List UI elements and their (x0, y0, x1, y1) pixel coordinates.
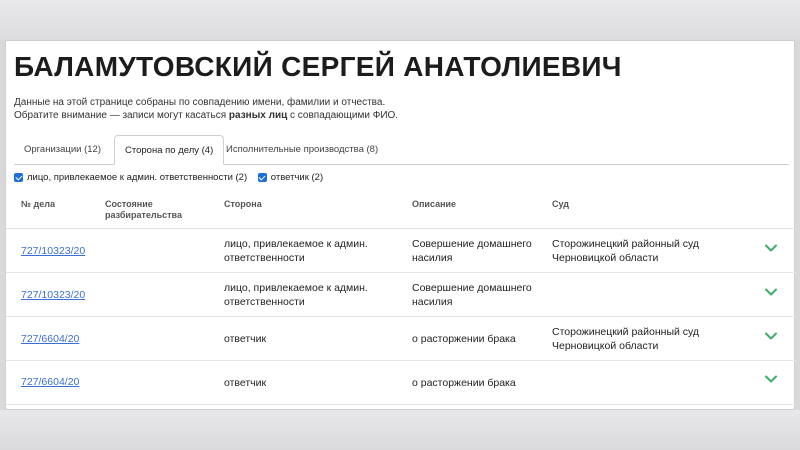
chevron-down-icon[interactable] (764, 241, 778, 255)
column-party: Сторона (224, 199, 262, 209)
page-title: БАЛАМУТОВСКИЙ СЕРГЕЙ АНАТОЛИЕВИЧ (14, 51, 622, 82)
filter-admin-liability[interactable]: лицо, привлекаемое к админ. ответственно… (14, 172, 247, 183)
party-cell: лицо, привлекаемое к админ. ответственно… (224, 237, 368, 265)
table-row[interactable]: 727/10323/20 лицо, привлекаемое к админ.… (6, 273, 796, 317)
tab-bar: Организации (12) Сторона по делу (4) Исп… (14, 135, 789, 165)
filter-defendant[interactable]: ответчик (2) (257, 172, 324, 183)
court-line-2: Черновицкой области (552, 252, 659, 264)
chevron-down-icon[interactable] (764, 285, 778, 299)
case-link[interactable]: 727/10323/20 (21, 244, 85, 258)
notice-line-1: Данные на этой странице собраны по совпа… (14, 97, 386, 108)
checkbox-checked-icon[interactable] (14, 173, 23, 182)
court-cell: Сторожинецкий районный суд Черновицкой о… (552, 325, 699, 353)
column-state: Состояние разбирательства (105, 199, 182, 221)
party-cell: лицо, привлекаемое к админ. ответственно… (224, 281, 368, 309)
table-row[interactable]: 727/6604/20 ответчик о расторжении брака (6, 361, 796, 405)
description-cell: о расторжении брака (412, 377, 516, 389)
court-line-1: Сторожинецкий районный суд (552, 326, 700, 338)
court-line-2: Черновицкой области (552, 340, 659, 352)
party-filters: лицо, привлекаемое к админ. ответственно… (14, 172, 331, 186)
court-line-1: Сторожинецкий районный суд (552, 238, 700, 250)
party-line-1: лицо, привлекаемое к админ. (224, 282, 368, 294)
case-link[interactable]: 727/6604/20 (21, 332, 79, 346)
description-line-2: насилия (412, 296, 453, 308)
filter-admin-liability-label: лицо, привлекаемое к админ. ответственно… (27, 172, 248, 183)
table-header: № дела Состояние разбирательства Сторона… (6, 193, 796, 229)
column-state-line-1: Состояние (105, 199, 153, 209)
filter-defendant-label: ответчик (2) (270, 172, 324, 183)
notice-line-2-bold: разных лиц (228, 109, 288, 121)
description-cell: Совершение домашнего насилия (412, 281, 532, 309)
notice-line-2-prefix: Обратите внимание — записи могут касатьс… (14, 109, 229, 121)
table-row[interactable]: 727/10323/20 лицо, привлекаемое к админ.… (6, 229, 796, 273)
party-cell: ответчик (224, 333, 267, 345)
tab-organizations[interactable]: Организации (12) (14, 135, 111, 165)
tab-enforcement[interactable]: Исполнительные производства (8) (216, 135, 388, 165)
description-line-2: насилия (412, 252, 453, 264)
notice-line-2: Обратите внимание — записи могут касатьс… (14, 110, 398, 123)
case-link[interactable]: 727/10323/20 (21, 288, 85, 302)
chevron-down-icon[interactable] (764, 329, 778, 343)
column-court: Суд (552, 199, 569, 209)
column-case-no: № дела (21, 199, 55, 209)
description-cell: о расторжении брака (412, 333, 516, 345)
description-cell: Совершение домашнего насилия (412, 237, 532, 265)
person-card: БАЛАМУТОВСКИЙ СЕРГЕЙ АНАТОЛИЕВИЧ Данные … (5, 40, 796, 410)
background-blur-top (0, 0, 800, 40)
column-description: Описание (412, 199, 457, 209)
notice-text: Данные на этой странице собраны по совпа… (14, 97, 398, 122)
party-line-2: ответственности (224, 252, 305, 264)
party-line-2: ответственности (224, 296, 305, 308)
column-state-line-2: разбирательства (105, 210, 182, 220)
checkbox-checked-icon[interactable] (257, 173, 267, 182)
notice-line-2-suffix: с совпадающими ФИО. (287, 109, 399, 121)
tab-case-party[interactable]: Сторона по делу (4) (114, 135, 225, 165)
party-cell: ответчик (224, 377, 267, 389)
table-row[interactable]: 727/6604/20 ответчик о расторжении брака… (6, 317, 796, 361)
court-cell: Сторожинецкий районный суд Черновицкой о… (552, 237, 699, 265)
case-link[interactable]: 727/6604/20 (21, 375, 79, 389)
description-line-1: Совершение домашнего (412, 282, 532, 294)
chevron-down-icon[interactable] (764, 372, 778, 386)
background-blur-bottom (0, 410, 800, 450)
party-line-1: лицо, привлекаемое к админ. (224, 238, 368, 250)
description-line-1: Совершение домашнего (412, 238, 532, 250)
